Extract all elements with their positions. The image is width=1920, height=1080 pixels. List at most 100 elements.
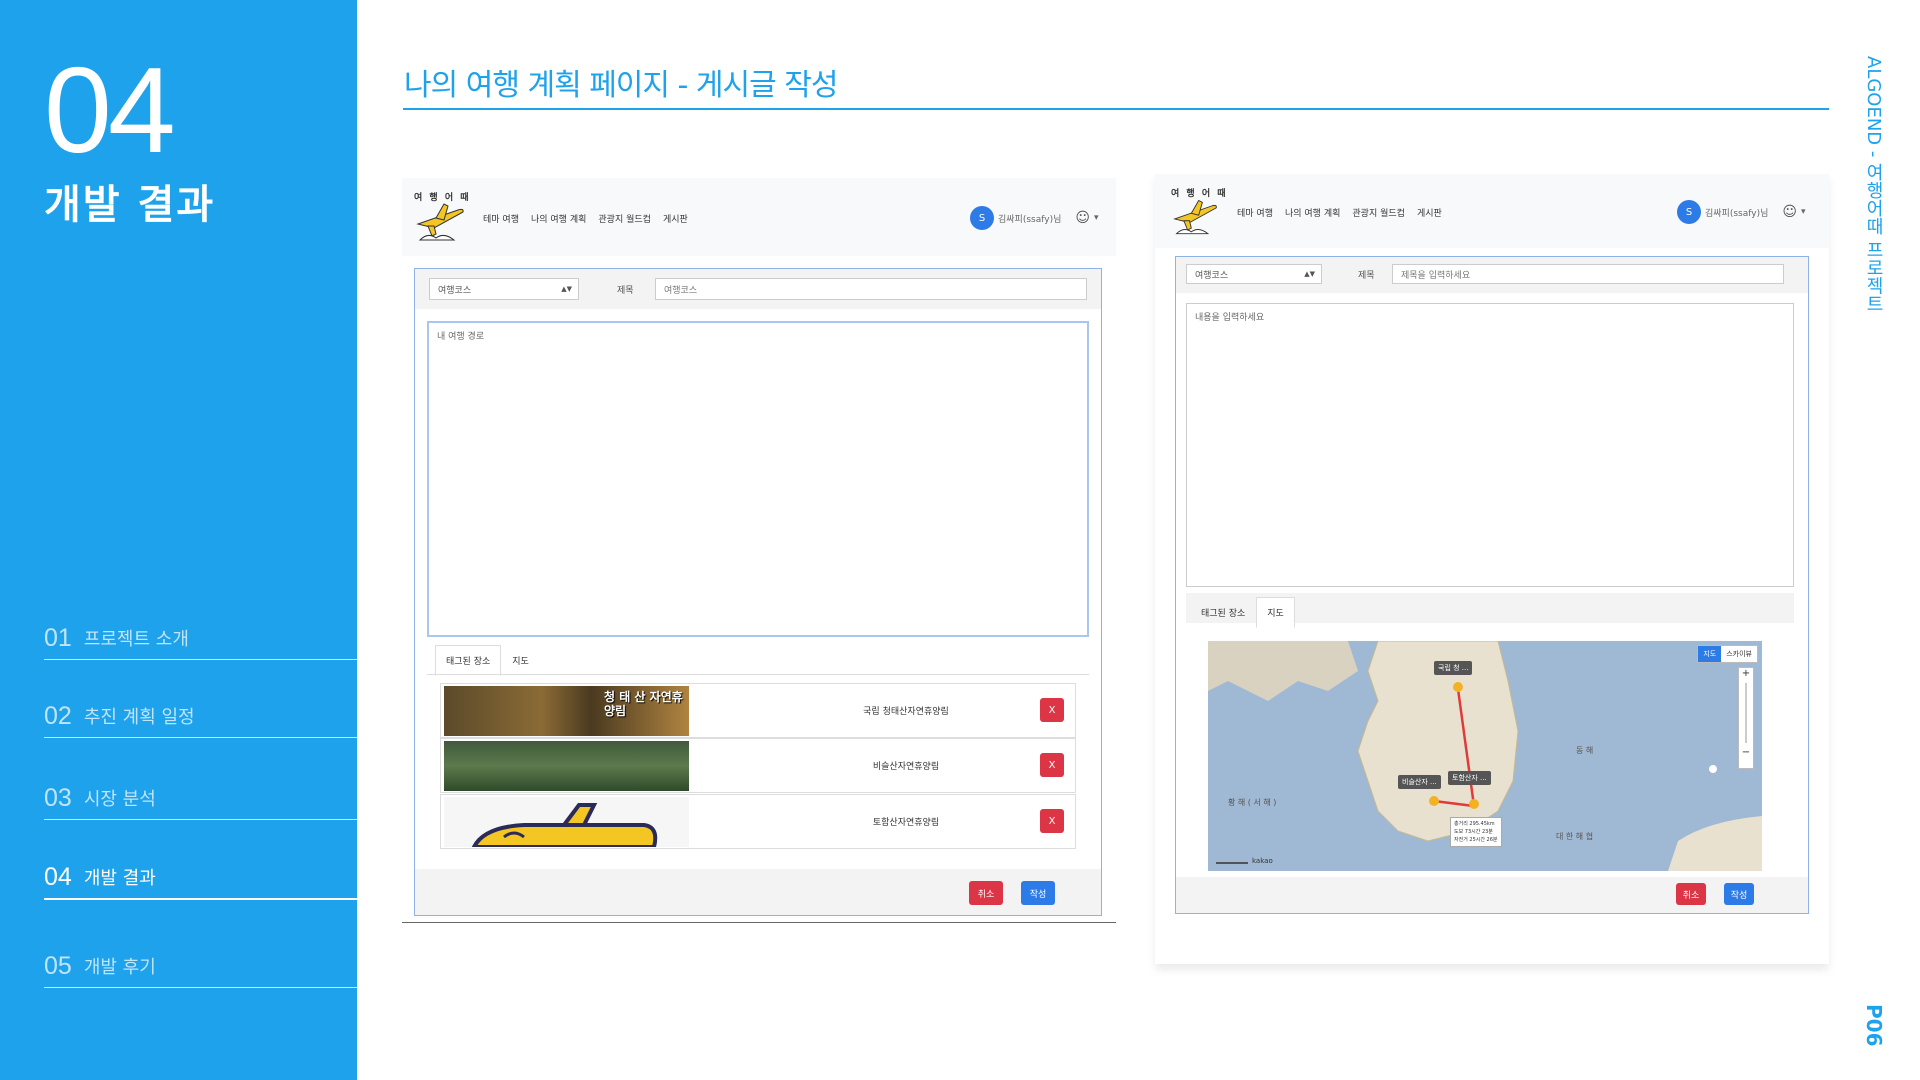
route-map[interactable]: 국립 청 ... 토함산자 ... 비슬산자 ... 동 해 황 해 ( 서 해… xyxy=(1208,641,1762,871)
app-navbar: 여 행 어 때 테마 여행 나의 여행 계획 관광지 월드컵 게시판 S 김싸피… xyxy=(1155,174,1829,248)
user-name: 김싸피(ssafy)님 xyxy=(1705,208,1769,219)
menu-number: 02 xyxy=(44,702,72,730)
app-nav-links: 테마 여행 나의 여행 계획 관광지 월드컵 게시판 xyxy=(1237,206,1442,219)
post-form-card: 여행코스 ▲▼ 제목 제목을 입력하세요 내용을 입력하세요 태그된 장소 지도 xyxy=(1175,256,1809,914)
select-caret-icon: ▲▼ xyxy=(1304,270,1315,278)
chevron-down-icon: ▾ xyxy=(1800,207,1806,217)
tab-divider xyxy=(427,674,1089,675)
delete-place-button[interactable]: X xyxy=(1040,698,1064,722)
sea-label-east: 동 해 xyxy=(1576,746,1594,755)
menu-label: 시장 분석 xyxy=(83,789,156,810)
cancel-button[interactable]: 취소 xyxy=(1676,883,1706,905)
page-title: 나의 여행 계획 페이지 - 게시글 작성 xyxy=(404,68,838,103)
course-select-value: 여행코스 xyxy=(438,285,472,296)
title-input-value: 여행코스 xyxy=(664,285,698,296)
select-caret-icon: ▲▼ xyxy=(561,285,572,293)
menu-item-market[interactable]: 03 시장 분석 xyxy=(44,770,357,820)
map-marker-label[interactable]: 토함산자 ... xyxy=(1448,771,1491,785)
delete-place-button[interactable]: X xyxy=(1040,809,1064,833)
nav-theme-travel[interactable]: 테마 여행 xyxy=(1237,206,1273,219)
cancel-button[interactable]: 취소 xyxy=(969,881,1003,905)
sea-label-strait: 대 한 해 협 xyxy=(1556,832,1594,841)
title-divider xyxy=(403,108,1829,110)
list-item: 청 태 산 자연휴양림 국립 청태산자연휴양림 X xyxy=(440,683,1076,738)
menu-item-schedule[interactable]: 02 추진 계획 일정 xyxy=(44,688,357,738)
user-name: 김싸피(ssafy)님 xyxy=(998,214,1062,225)
course-select[interactable]: 여행코스 ▲▼ xyxy=(1186,264,1322,284)
content-textarea[interactable]: 내 여행 경로 xyxy=(427,321,1089,637)
menu-item-intro[interactable]: 01 프로젝트 소개 xyxy=(44,610,357,660)
place-thumbnail xyxy=(444,741,689,791)
route-bike-time: 자전거 25시간 26분 xyxy=(1454,837,1498,843)
nav-theme-travel[interactable]: 테마 여행 xyxy=(483,212,519,225)
user-icon[interactable]: ☺ xyxy=(1782,204,1797,220)
airplane-icon xyxy=(471,803,658,847)
avatar: S xyxy=(970,206,994,230)
map-type-skyview[interactable]: 스카이뷰 xyxy=(1721,646,1757,662)
map-marker-label[interactable]: 비슬산자 ... xyxy=(1398,775,1441,789)
user-menu[interactable]: S 김싸피(ssafy)님 ☺ ▾ xyxy=(970,206,1099,230)
zoom-slider-track[interactable] xyxy=(1745,683,1747,743)
title-input[interactable]: 제목을 입력하세요 xyxy=(1392,264,1784,284)
nav-worldcup[interactable]: 관광지 월드컵 xyxy=(598,212,651,225)
user-menu[interactable]: S 김싸피(ssafy)님 ☺ ▾ xyxy=(1677,200,1806,224)
app-nav-links: 테마 여행 나의 여행 계획 관광지 월드컵 게시판 xyxy=(483,212,688,225)
user-icon[interactable]: ☺ xyxy=(1075,210,1090,226)
menu-number: 03 xyxy=(44,784,72,812)
nav-board[interactable]: 게시판 xyxy=(663,212,688,225)
list-item: 토함산자연휴양림 X xyxy=(440,794,1076,849)
place-tabs: 태그된 장소 지도 xyxy=(1190,597,1295,628)
route-info-box: 총거리 295.45km 도보 73시간 23분 자전거 25시간 26분 xyxy=(1450,817,1502,847)
app-navbar: 여 행 어 때 테마 여행 나의 여행 계획 관광지 월드컵 게시판 S 김싸피… xyxy=(402,178,1116,256)
tab-tagged-places[interactable]: 태그된 장소 xyxy=(435,645,502,676)
tab-tagged-places[interactable]: 태그된 장소 xyxy=(1190,597,1256,628)
zoom-in-button[interactable]: + xyxy=(1739,668,1753,679)
map-type-roadmap[interactable]: 지도 xyxy=(1698,646,1722,662)
submit-button[interactable]: 작성 xyxy=(1724,883,1754,905)
tab-map[interactable]: 지도 xyxy=(1256,597,1295,628)
menu-label: 프로젝트 소개 xyxy=(83,629,189,650)
airplane-icon xyxy=(416,203,464,241)
course-select[interactable]: 여행코스 ▲▼ xyxy=(429,278,579,300)
route-walk-time: 도보 73시간 23분 xyxy=(1454,829,1493,835)
map-scale-logo: kakao xyxy=(1252,857,1273,865)
chevron-down-icon: ▾ xyxy=(1093,213,1099,223)
airplane-icon xyxy=(1173,199,1217,235)
menu-item-results[interactable]: 04 개발 결과 xyxy=(44,850,357,900)
place-thumbnail: 청 태 산 자연휴양림 xyxy=(444,686,689,736)
submit-button[interactable]: 작성 xyxy=(1021,881,1055,905)
title-label: 제목 xyxy=(617,286,634,296)
menu-number: 01 xyxy=(44,624,72,652)
app-logo[interactable]: 여 행 어 때 xyxy=(1171,186,1231,242)
delete-place-button[interactable]: X xyxy=(1040,753,1064,777)
thumbnail-caption: 청 태 산 자연휴양림 xyxy=(604,690,683,718)
nav-board[interactable]: 게시판 xyxy=(1417,206,1442,219)
section-title: 개발 결과 xyxy=(44,182,216,228)
sidebar: 04 개발 결과 01 프로젝트 소개 02 추진 계획 일정 03 시장 분석… xyxy=(0,0,357,1080)
title-input-placeholder: 제목을 입력하세요 xyxy=(1401,270,1471,281)
post-form-card: 여행코스 ▲▼ 제목 여행코스 내 여행 경로 태그된 장소 지도 청 태 산 … xyxy=(414,268,1102,916)
route-distance: 총거리 295.45km xyxy=(1454,821,1495,827)
nav-my-plan[interactable]: 나의 여행 계획 xyxy=(1285,206,1340,219)
menu-number: 04 xyxy=(44,863,72,891)
menu-item-review[interactable]: 05 개발 후기 xyxy=(44,938,357,988)
menu-label: 추진 계획 일정 xyxy=(83,707,195,728)
map-marker-label[interactable]: 국립 청 ... xyxy=(1434,661,1473,675)
nav-worldcup[interactable]: 관광지 월드컵 xyxy=(1352,206,1405,219)
content-textarea[interactable]: 내용을 입력하세요 xyxy=(1186,303,1794,587)
avatar: S xyxy=(1677,200,1701,224)
app-logo[interactable]: 여 행 어 때 xyxy=(414,190,474,246)
project-label: ALGOEND - 여행어때 프로젝트 xyxy=(1863,56,1884,313)
tab-map[interactable]: 지도 xyxy=(501,645,540,676)
screenshot-left: 여 행 어 때 테마 여행 나의 여행 계획 관광지 월드컵 게시판 S 김싸피… xyxy=(402,178,1116,923)
list-item: 비슬산자연휴양림 X xyxy=(440,738,1076,793)
place-thumbnail xyxy=(444,797,689,847)
course-select-value: 여행코스 xyxy=(1195,270,1229,281)
place-name: 비슬산자연휴양림 xyxy=(872,762,940,772)
zoom-out-button[interactable]: − xyxy=(1739,747,1753,758)
title-label: 제목 xyxy=(1358,271,1375,281)
zoom-control[interactable]: + − xyxy=(1738,667,1754,769)
nav-my-plan[interactable]: 나의 여행 계획 xyxy=(531,212,586,225)
form-footer xyxy=(1176,877,1808,913)
title-input[interactable]: 여행코스 xyxy=(655,278,1087,300)
